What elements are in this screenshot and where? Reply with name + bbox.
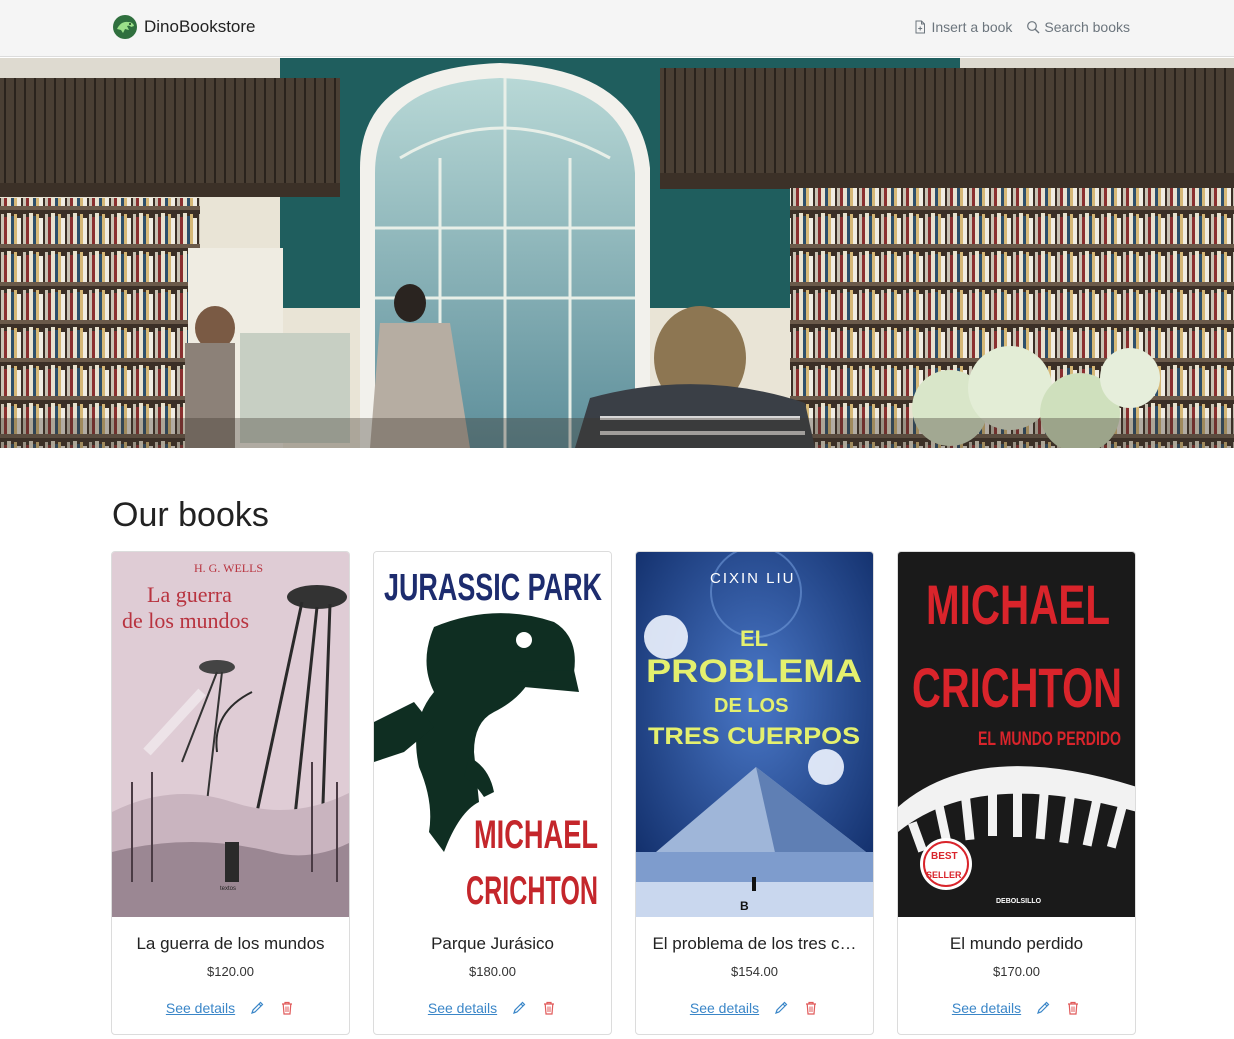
- brand-name: DinoBookstore: [144, 17, 256, 36]
- trash-icon[interactable]: [541, 1000, 557, 1016]
- book-title: El mundo perdido: [949, 934, 1084, 953]
- cover-author-line1: MICHAEL: [926, 573, 1110, 636]
- book-grid: H. G. WELLS La guerra de los mundos text…: [111, 551, 1136, 1035]
- book-card: CIXIN LIU EL PROBLEMA DE LOS TRES CUERPO…: [635, 551, 874, 1035]
- book-cover-image[interactable]: CIXIN LIU EL PROBLEMA DE LOS TRES CUERPO…: [636, 552, 873, 917]
- cover-author-line1: MICHAEL: [474, 813, 598, 857]
- navbar: DinoBookstore Insert a book Search books: [0, 0, 1234, 57]
- book-price: $154.00: [731, 964, 778, 979]
- cover-publisher: textos: [220, 886, 236, 892]
- book-price: $170.00: [993, 964, 1040, 979]
- book-card: H. G. WELLS La guerra de los mundos text…: [111, 551, 350, 1035]
- card-actions: See details: [898, 999, 1135, 1017]
- pencil-icon[interactable]: [1035, 1000, 1051, 1016]
- book-price: $180.00: [469, 964, 516, 979]
- search-books-label: Search books: [1044, 19, 1130, 35]
- cover-title-line4: TRES CUERPOS: [648, 723, 860, 750]
- insert-book-link[interactable]: Insert a book: [913, 17, 1012, 37]
- card-actions: See details: [636, 999, 873, 1017]
- cover-subtitle: EL MUNDO PERDIDO: [978, 729, 1121, 750]
- see-details-link[interactable]: See details: [690, 999, 759, 1017]
- cover-author-line2: CRICHTON: [466, 869, 598, 913]
- cover-title-line3: DE LOS: [714, 695, 788, 717]
- cover-title-line1: EL: [740, 626, 768, 651]
- best-badge-line2: SELLER: [926, 870, 962, 880]
- book-cover-image[interactable]: JURASSIC PARK MICHAEL CRICHTON: [374, 552, 611, 917]
- book-price: $120.00: [207, 964, 254, 979]
- cover-title-line2: de los mundos: [122, 608, 249, 633]
- see-details-link[interactable]: See details: [166, 999, 235, 1017]
- book-card: MICHAEL CRICHTON EL MUNDO PERDIDO BEST S…: [897, 551, 1136, 1035]
- best-badge-line1: BEST: [931, 851, 958, 862]
- search-icon: [1027, 21, 1040, 34]
- cover-title: JURASSIC PARK: [384, 567, 602, 609]
- cover-author: CIXIN LIU: [710, 570, 796, 587]
- see-details-link[interactable]: See details: [428, 999, 497, 1017]
- cover-title-line2: PROBLEMA: [646, 653, 862, 689]
- nav-links: Insert a book Search books: [913, 17, 1130, 37]
- book-title: Parque Jurásico: [431, 934, 554, 953]
- pencil-icon[interactable]: [773, 1000, 789, 1016]
- pencil-icon[interactable]: [249, 1000, 265, 1016]
- card-actions: See details: [112, 999, 349, 1017]
- cover-author-line2: CRICHTON: [912, 656, 1122, 719]
- cover-publisher: B: [740, 899, 749, 913]
- trash-icon[interactable]: [1065, 1000, 1081, 1016]
- brand[interactable]: DinoBookstore: [112, 14, 256, 40]
- book-title: El problema de los tres c…: [652, 934, 857, 953]
- book-card: JURASSIC PARK MICHAEL CRICHTON Parque Ju…: [373, 551, 612, 1035]
- trash-icon[interactable]: [803, 1000, 819, 1016]
- book-cover-image[interactable]: MICHAEL CRICHTON EL MUNDO PERDIDO BEST S…: [898, 552, 1135, 917]
- file-plus-icon: [915, 20, 926, 34]
- page-title: Our books: [112, 496, 269, 534]
- insert-book-label: Insert a book: [931, 19, 1013, 35]
- hero-image: [0, 58, 1234, 448]
- cover-title-line1: La guerra: [147, 582, 232, 607]
- book-title: La guerra de los mundos: [136, 934, 325, 953]
- book-cover-image[interactable]: H. G. WELLS La guerra de los mundos text…: [112, 552, 349, 917]
- card-actions: See details: [374, 999, 611, 1017]
- search-books-link[interactable]: Search books: [1026, 17, 1130, 37]
- cover-author: H. G. WELLS: [194, 561, 263, 575]
- cover-publisher: DEBOLSILLO: [996, 898, 1042, 905]
- dino-logo-icon: [113, 15, 137, 39]
- pencil-icon[interactable]: [511, 1000, 527, 1016]
- see-details-link[interactable]: See details: [952, 999, 1021, 1017]
- trash-icon[interactable]: [279, 1000, 295, 1016]
